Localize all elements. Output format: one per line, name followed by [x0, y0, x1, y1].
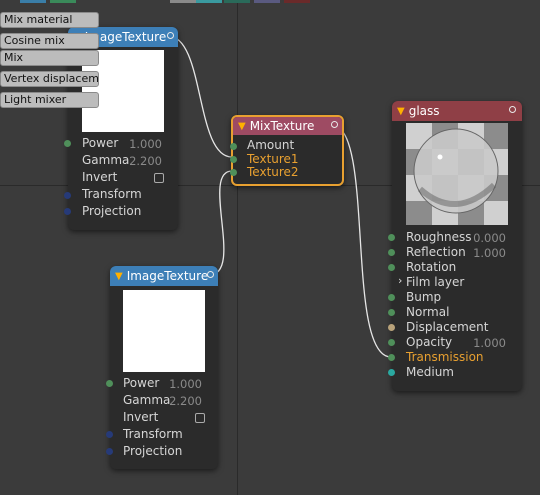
- menu-item-vertex-displacement[interactable]: Vertex displaceme: [0, 71, 99, 87]
- invert-label: Invert: [123, 410, 159, 424]
- socket-icon[interactable]: [106, 431, 113, 438]
- output-socket-icon[interactable]: [331, 121, 338, 128]
- texture-preview: [123, 290, 205, 372]
- displacement-label: Displacement: [406, 320, 489, 334]
- transform-label: Transform: [82, 187, 142, 201]
- film-layer-label[interactable]: Film layer: [406, 275, 464, 289]
- roughness-label: Roughness: [406, 230, 472, 244]
- socket-icon[interactable]: [388, 294, 395, 301]
- opacity-value[interactable]: 1.000: [473, 336, 506, 350]
- projection-label: Projection: [123, 444, 183, 458]
- transform-label: Transform: [123, 427, 183, 441]
- socket-icon[interactable]: [388, 369, 395, 376]
- socket-icon[interactable]: [388, 249, 395, 256]
- menu-item-mix-material[interactable]: Mix material: [0, 12, 99, 28]
- socket-icon[interactable]: [64, 140, 71, 147]
- texture1-label: Texture1: [247, 152, 299, 166]
- rotation-label: Rotation: [406, 260, 457, 274]
- node-header[interactable]: ▼ MixTexture: [233, 117, 342, 135]
- wire-image2-to-texture2: [208, 170, 233, 276]
- node-header[interactable]: ▼ ImageTexture: [110, 266, 218, 286]
- power-label: Power: [82, 136, 119, 150]
- collapse-triangle-icon[interactable]: ▼: [238, 121, 246, 132]
- socket-icon[interactable]: [64, 208, 71, 215]
- socket-icon[interactable]: [388, 264, 395, 271]
- reflection-label: Reflection: [406, 245, 466, 259]
- node-title: glass: [408, 104, 440, 118]
- power-value[interactable]: 1.000: [169, 377, 202, 391]
- projection-label: Projection: [82, 204, 142, 218]
- gamma-label: Gamma: [82, 153, 130, 167]
- node-header[interactable]: ▼ glass: [392, 101, 522, 121]
- socket-icon[interactable]: [388, 339, 395, 346]
- node-title: MixTexture: [249, 119, 315, 133]
- gamma-label: Gamma: [123, 393, 171, 407]
- material-preview: [406, 123, 508, 225]
- output-socket-icon[interactable]: [509, 106, 516, 113]
- socket-icon[interactable]: [106, 448, 113, 455]
- texture2-label: Texture2: [247, 165, 299, 179]
- socket-icon[interactable]: [388, 234, 395, 241]
- expand-arrow-icon[interactable]: ›: [398, 274, 402, 287]
- socket-icon[interactable]: [64, 192, 71, 199]
- socket-icon[interactable]: [388, 324, 395, 331]
- invert-checkbox[interactable]: [154, 173, 164, 183]
- socket-icon[interactable]: [106, 380, 113, 387]
- normal-label: Normal: [406, 305, 450, 319]
- opacity-label: Opacity: [406, 335, 453, 349]
- socket-icon[interactable]: [388, 354, 395, 361]
- menu-item-mix[interactable]: Mix: [0, 50, 99, 66]
- image-texture-node-2[interactable]: ▼ ImageTexture Power 1.000 Gamma 2.200 I…: [106, 266, 218, 469]
- bump-label: Bump: [406, 290, 442, 304]
- mix-texture-node[interactable]: ▼ MixTexture Amount Texture1 Texture2: [230, 115, 344, 186]
- socket-icon[interactable]: [230, 143, 237, 150]
- invert-checkbox[interactable]: [195, 413, 205, 423]
- transmission-label: Transmission: [406, 350, 484, 364]
- gamma-value[interactable]: 2.200: [129, 154, 162, 168]
- menu-item-cosine-mix[interactable]: Cosine mix: [0, 33, 99, 49]
- socket-icon[interactable]: [388, 309, 395, 316]
- invert-label: Invert: [82, 170, 118, 184]
- power-label: Power: [123, 376, 160, 390]
- amount-label: Amount: [247, 138, 295, 152]
- collapse-triangle-icon[interactable]: ▼: [115, 271, 123, 282]
- socket-icon[interactable]: [230, 169, 237, 176]
- gamma-value[interactable]: 2.200: [169, 394, 202, 408]
- collapse-triangle-icon[interactable]: ▼: [397, 106, 405, 117]
- medium-label: Medium: [406, 365, 454, 379]
- socket-icon[interactable]: [230, 156, 237, 163]
- output-socket-icon[interactable]: [207, 271, 214, 278]
- output-socket-icon[interactable]: [167, 32, 174, 39]
- power-value[interactable]: 1.000: [129, 137, 162, 151]
- menu-item-light-mixer[interactable]: Light mixer: [0, 92, 99, 108]
- node-title: ImageTexture: [126, 269, 209, 283]
- glass-material-node[interactable]: ▼ glass Roughness 0.000 Reflection 1.000…: [388, 101, 522, 391]
- reflection-value[interactable]: 1.000: [473, 246, 506, 260]
- roughness-value[interactable]: 0.000: [473, 231, 506, 245]
